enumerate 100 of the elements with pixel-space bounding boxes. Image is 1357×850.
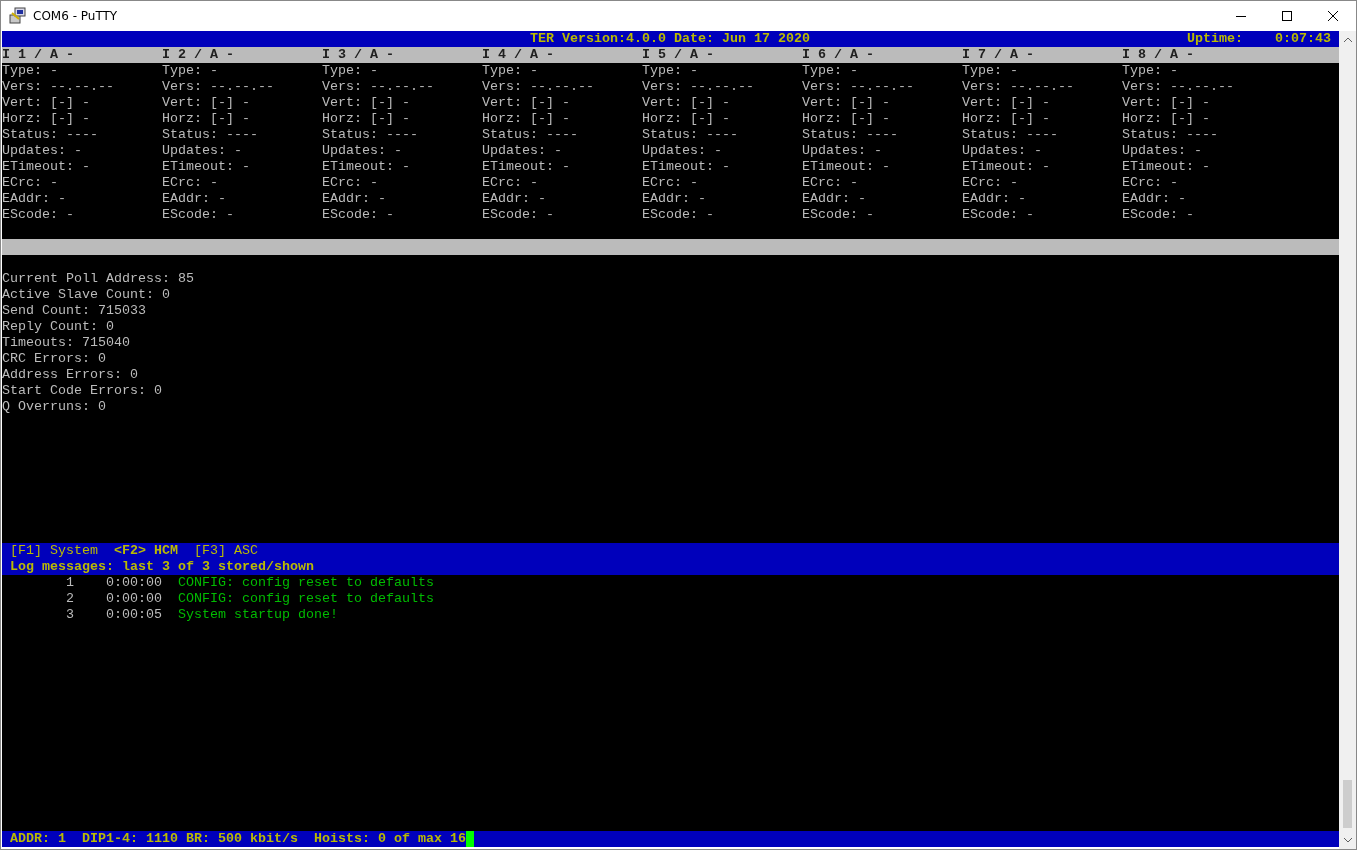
channel-field: Updates: - bbox=[322, 143, 482, 159]
channel-title: I 7 / A - bbox=[962, 47, 1035, 63]
channel-field: Vers: --.--.-- bbox=[482, 79, 642, 95]
channel-field: Updates: - bbox=[162, 143, 322, 159]
channel-field: EScode: - bbox=[642, 207, 802, 223]
channel-field: Status: ---- bbox=[962, 127, 1122, 143]
channel-field: ECrc: - bbox=[962, 175, 1122, 191]
channel-field: Vert: [-] - bbox=[482, 95, 642, 111]
close-icon bbox=[1328, 11, 1338, 21]
channel-field: ETimeout: - bbox=[162, 159, 322, 175]
minimize-icon bbox=[1236, 15, 1246, 17]
channel-field: Horz: [-] - bbox=[482, 111, 642, 127]
channel-field: Horz: [-] - bbox=[802, 111, 962, 127]
channel-field: EScode: - bbox=[962, 207, 1122, 223]
channel-field: ECrc: - bbox=[1122, 175, 1282, 191]
channel-field: Status: ---- bbox=[322, 127, 482, 143]
channel-field: Vers: --.--.-- bbox=[962, 79, 1122, 95]
channel-field: Status: ---- bbox=[482, 127, 642, 143]
stat-line: Start Code Errors: 0 bbox=[2, 383, 163, 399]
channel-title: I 4 / A - bbox=[482, 47, 555, 63]
channel-field: Vers: --.--.-- bbox=[1122, 79, 1282, 95]
function-key-tab[interactable]: [F1] System bbox=[10, 543, 98, 559]
log-time: 0:00:00 bbox=[106, 575, 162, 591]
channel-field: Vert: [-] - bbox=[1122, 95, 1282, 111]
channel-field: ETimeout: - bbox=[962, 159, 1122, 175]
channel-field: Vers: --.--.-- bbox=[642, 79, 802, 95]
channel-field: Vert: [-] - bbox=[162, 95, 322, 111]
channel-field: Horz: [-] - bbox=[1122, 111, 1282, 127]
stat-line: CRC Errors: 0 bbox=[2, 351, 107, 367]
scroll-up-icon[interactable] bbox=[1343, 37, 1352, 42]
channel-field: Type: - bbox=[162, 63, 322, 79]
channel-field: ETimeout: - bbox=[1122, 159, 1282, 175]
channel-field: EAddr: - bbox=[642, 191, 802, 207]
channel-field: Vert: [-] - bbox=[802, 95, 962, 111]
stat-line: Current Poll Address: 85 bbox=[2, 271, 195, 287]
channel-field: Horz: [-] - bbox=[322, 111, 482, 127]
channel-field: EAddr: - bbox=[482, 191, 642, 207]
terminal-computer-icon bbox=[9, 7, 27, 25]
channel-field: EAddr: - bbox=[162, 191, 322, 207]
stat-line: Active Slave Count: 0 bbox=[2, 287, 171, 303]
channel-field: ETimeout: - bbox=[802, 159, 962, 175]
channel-field: Type: - bbox=[322, 63, 482, 79]
log-number: 1 bbox=[66, 575, 74, 591]
channel-field: Vert: [-] - bbox=[322, 95, 482, 111]
log-message: CONFIG: config reset to defaults bbox=[178, 591, 434, 607]
channel-field: ETimeout: - bbox=[482, 159, 642, 175]
channel-field: ECrc: - bbox=[482, 175, 642, 191]
function-key-tab[interactable]: [F3] ASC bbox=[194, 543, 258, 559]
channel-field: EAddr: - bbox=[962, 191, 1122, 207]
channel-field: ECrc: - bbox=[162, 175, 322, 191]
channel-title: I 8 / A - bbox=[1122, 47, 1195, 63]
log-time: 0:00:05 bbox=[106, 607, 162, 623]
uptime-value: 0:07:43 bbox=[1275, 31, 1331, 47]
channel-field: Type: - bbox=[962, 63, 1122, 79]
channel-field: Vers: --.--.-- bbox=[322, 79, 482, 95]
channel-field: Status: ---- bbox=[802, 127, 962, 143]
version-text: TER Version:4.0.0 Date: Jun 17 2020 bbox=[530, 31, 810, 47]
channel-field: Vert: [-] - bbox=[642, 95, 802, 111]
channel-field: Updates: - bbox=[2, 143, 162, 159]
maximize-icon bbox=[1282, 11, 1292, 21]
stat-line: Address Errors: 0 bbox=[2, 367, 139, 383]
channel-field: EScode: - bbox=[802, 207, 962, 223]
channel-field: Type: - bbox=[802, 63, 962, 79]
log-heading: Log messages: last 3 of 3 stored/shown bbox=[2, 559, 1339, 575]
channel-field: Status: ---- bbox=[162, 127, 322, 143]
channel-title: I 3 / A - bbox=[322, 47, 395, 63]
scrollbar-thumb[interactable] bbox=[1343, 780, 1352, 828]
stat-line: Send Count: 715033 bbox=[2, 303, 147, 319]
status-text: ADDR: 1 DIP1-4: 1110 BR: 500 kbit/s Hoists: 0 of max 16 bbox=[10, 831, 466, 847]
channel-field: Horz: [-] - bbox=[162, 111, 322, 127]
channel-title: I 5 / A - bbox=[642, 47, 715, 63]
channel-field: Type: - bbox=[482, 63, 642, 79]
channel-field: ECrc: - bbox=[322, 175, 482, 191]
channel-field: ECrc: - bbox=[2, 175, 162, 191]
channel-field: Vert: [-] - bbox=[962, 95, 1122, 111]
channel-field: Status: ---- bbox=[642, 127, 802, 143]
text-cursor bbox=[465, 831, 474, 847]
channel-field: Vers: --.--.-- bbox=[2, 79, 162, 95]
channel-field: Status: ---- bbox=[2, 127, 162, 143]
log-message: CONFIG: config reset to defaults bbox=[178, 575, 434, 591]
channel-field: ETimeout: - bbox=[2, 159, 162, 175]
channel-field: EAddr: - bbox=[1122, 191, 1282, 207]
channel-field: EAddr: - bbox=[2, 191, 162, 207]
channel-title: I 6 / A - bbox=[802, 47, 875, 63]
channel-field: EScode: - bbox=[1122, 207, 1282, 223]
channel-field: EScode: - bbox=[482, 207, 642, 223]
channel-field: Vers: --.--.-- bbox=[162, 79, 322, 95]
channel-field: EAddr: - bbox=[322, 191, 482, 207]
scrollbar[interactable] bbox=[1339, 31, 1356, 849]
channel-field: Updates: - bbox=[642, 143, 802, 159]
channel-field: Vert: [-] - bbox=[2, 95, 162, 111]
function-key-tab[interactable]: <F2> HCM bbox=[114, 543, 178, 559]
channel-field: Horz: [-] - bbox=[642, 111, 802, 127]
scroll-down-icon[interactable] bbox=[1343, 838, 1352, 843]
channel-field: EScode: - bbox=[2, 207, 162, 223]
channel-field: Type: - bbox=[2, 63, 162, 79]
channel-field: ETimeout: - bbox=[322, 159, 482, 175]
channel-field: ECrc: - bbox=[642, 175, 802, 191]
channel-field: Status: ---- bbox=[1122, 127, 1282, 143]
log-time: 0:00:00 bbox=[106, 591, 162, 607]
